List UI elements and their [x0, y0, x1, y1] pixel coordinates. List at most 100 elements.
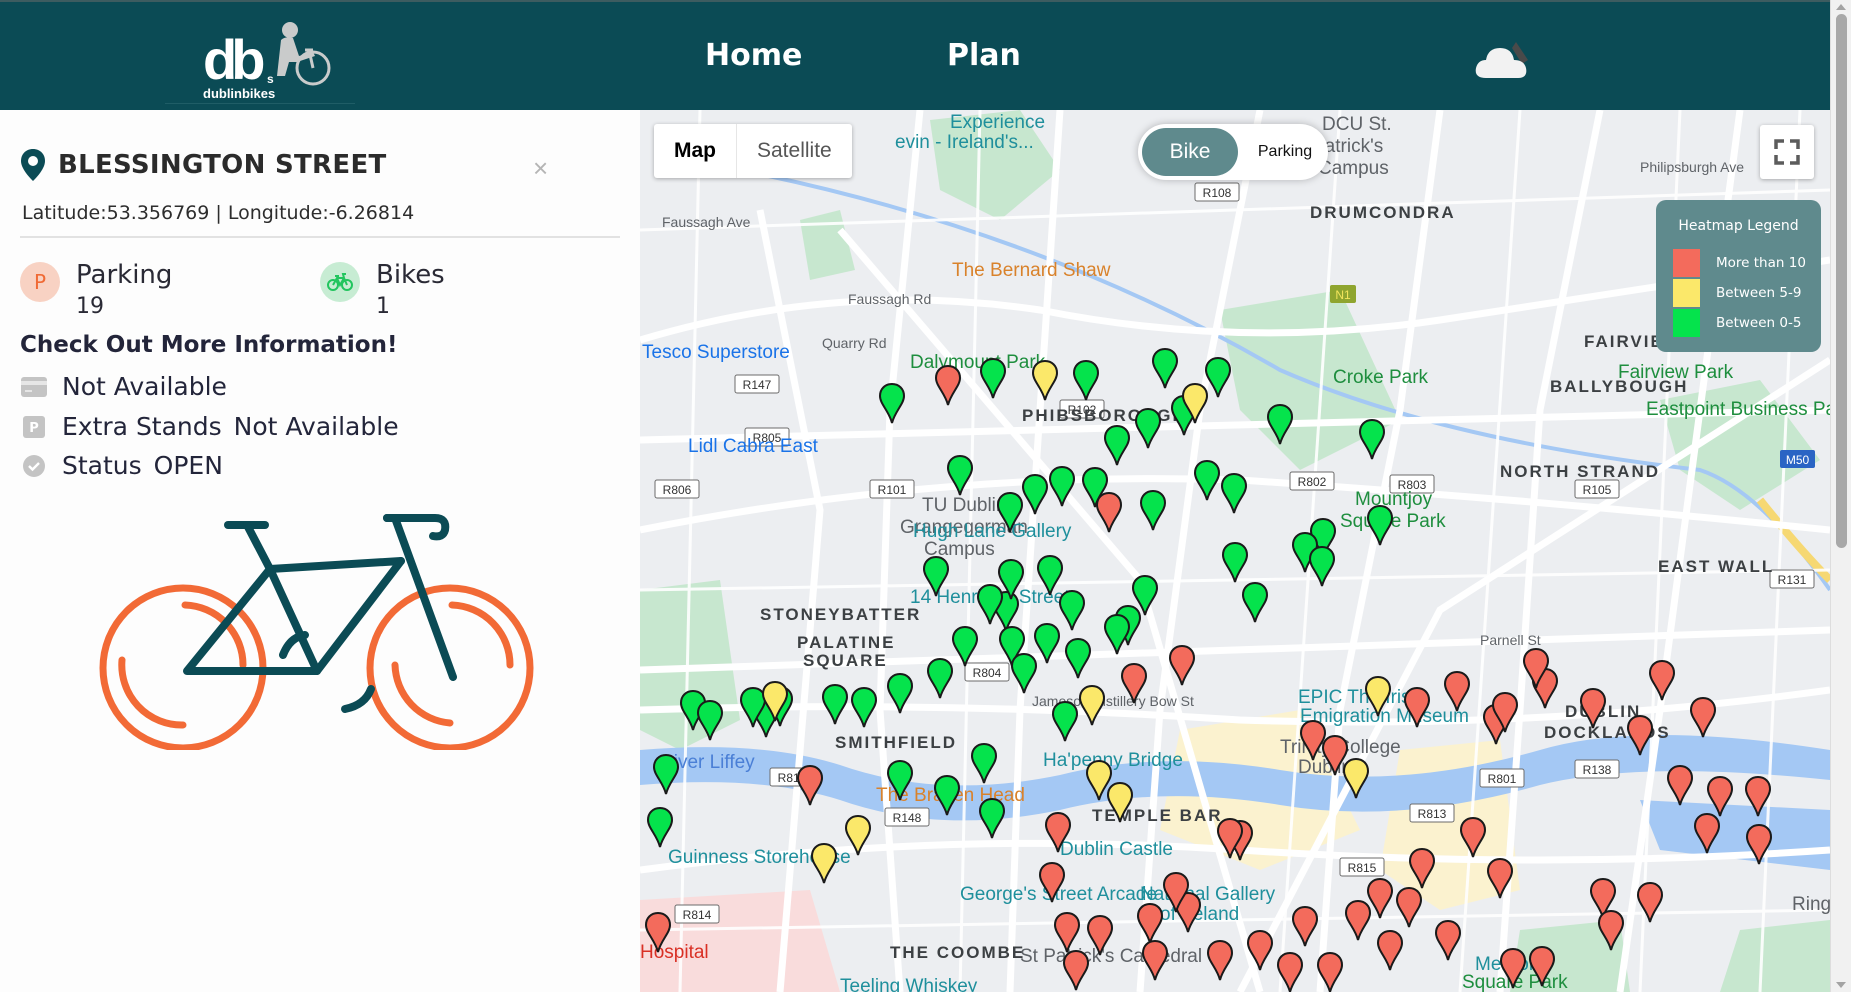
station-marker-low[interactable]	[976, 583, 1004, 625]
svg-text:R147: R147	[743, 378, 772, 392]
station-marker-low[interactable]	[979, 357, 1007, 399]
map-label: Teeling Whiskey	[840, 976, 978, 992]
station-marker-low[interactable]	[646, 806, 674, 848]
map-label: STONEYBATTER	[760, 605, 921, 624]
bikes-value: 1	[376, 294, 390, 319]
map-label: TEMPLE BAR	[1092, 806, 1223, 825]
road-shield: R138	[1574, 759, 1620, 779]
map-label: Philipsburgh Ave	[1640, 159, 1744, 175]
station-marker-low[interactable]	[926, 657, 954, 699]
map-label: Ha'penny Bridge	[1043, 750, 1183, 771]
station-marker-high[interactable]	[1689, 696, 1717, 738]
station-marker-high[interactable]	[1344, 899, 1372, 941]
map-label: Hospital	[640, 942, 709, 963]
map-label: The Bernard Shaw	[952, 260, 1111, 281]
legend-item-high: More than 10	[1673, 249, 1806, 277]
nav-plan-link[interactable]: Plan	[947, 38, 1021, 73]
toggle-parking-option[interactable]: Parking	[1246, 128, 1324, 176]
card-payment-row: Not Available	[20, 372, 227, 401]
station-marker-medium[interactable]	[1078, 684, 1106, 726]
nav-home-link[interactable]: Home	[705, 38, 802, 73]
dublinbikes-logo[interactable]: db s dublinbikes	[165, 14, 355, 104]
svg-text:R815: R815	[1348, 861, 1377, 875]
scroll-up-arrow[interactable]	[1836, 4, 1846, 10]
bicycle-illustration	[99, 514, 534, 750]
station-marker-high[interactable]	[1666, 764, 1694, 806]
map-label: BALLYBOUGH	[1550, 377, 1688, 396]
station-marker-low[interactable]	[1103, 424, 1131, 466]
road-shield: R815	[1339, 857, 1385, 877]
station-marker-high[interactable]	[1434, 919, 1462, 961]
station-marker-medium[interactable]	[810, 842, 838, 884]
map-type-satellite-button[interactable]: Satellite	[737, 124, 852, 178]
map-label: PHIBSBOROUGH	[1022, 406, 1187, 425]
scroll-thumb[interactable]	[1836, 14, 1847, 548]
road-shield: R105	[1574, 479, 1620, 499]
station-marker-low[interactable]	[1103, 613, 1131, 655]
road-shield: R814	[674, 904, 720, 924]
cloud-night-icon[interactable]	[1472, 38, 1538, 82]
bike-parking-toggle: Bike Parking	[1138, 124, 1328, 180]
station-marker-low[interactable]	[1221, 541, 1249, 583]
road-shield: R148	[884, 807, 930, 827]
road-shield: R131	[1769, 569, 1815, 589]
top-nav-bar: db s dublinbikes Home Plan	[0, 0, 1830, 110]
station-marker-high[interactable]	[1168, 644, 1196, 686]
station-marker-medium[interactable]	[1031, 359, 1059, 401]
page-scrollbar[interactable]	[1830, 0, 1851, 992]
station-marker-low[interactable]	[1051, 700, 1079, 742]
station-marker-high[interactable]	[1395, 886, 1423, 928]
station-marker-low[interactable]	[1058, 589, 1086, 631]
station-marker-low[interactable]	[1139, 489, 1167, 531]
road-shield: M50	[1780, 450, 1815, 468]
station-marker-low[interactable]	[1241, 581, 1269, 623]
station-marker-low[interactable]	[1072, 359, 1100, 401]
svg-text:R814: R814	[683, 908, 712, 922]
scroll-down-arrow[interactable]	[1836, 982, 1846, 988]
location-pin-icon	[21, 149, 45, 181]
fullscreen-icon	[1774, 139, 1800, 165]
map-label: Dalymount Park	[910, 352, 1046, 373]
station-marker-high[interactable]	[1095, 491, 1123, 533]
station-marker-high[interactable]	[1366, 877, 1394, 919]
map-canvas[interactable]: R108N1R147R805R806 R101R102R802 R803 R105M5…	[640, 110, 1830, 992]
station-marker-high[interactable]	[1376, 929, 1404, 971]
station-marker-low[interactable]	[821, 683, 849, 725]
station-marker-high[interactable]	[1291, 905, 1319, 947]
station-marker-low[interactable]	[970, 742, 998, 784]
app-root: db s dublinbikes Home Plan BLESSINGTON S…	[0, 0, 1851, 992]
station-marker-low[interactable]	[878, 382, 906, 424]
station-marker-low[interactable]	[1151, 347, 1179, 389]
map-type-map-button[interactable]: Map	[654, 124, 737, 178]
station-marker-low[interactable]	[652, 753, 680, 795]
station-marker-low[interactable]	[1193, 459, 1221, 501]
map-label: DRUMCONDRA	[1310, 203, 1456, 222]
station-marker-high[interactable]	[1141, 939, 1169, 981]
station-marker-low[interactable]	[1010, 652, 1038, 694]
road-shield: N1	[1330, 285, 1356, 303]
station-marker-low[interactable]	[1134, 407, 1162, 449]
map-view[interactable]: R108 N1 R147 R805 R806 R101 R102 R802 R803 R105 M5…	[640, 110, 1830, 992]
close-button[interactable]: ×	[533, 155, 548, 181]
fullscreen-button[interactable]	[1760, 125, 1814, 179]
station-marker-high[interactable]	[1062, 949, 1090, 991]
road-shield: R101	[869, 479, 915, 499]
station-marker-low[interactable]	[1220, 472, 1248, 514]
station-marker-low[interactable]	[1358, 418, 1386, 460]
station-marker-low[interactable]	[850, 686, 878, 728]
station-marker-low[interactable]	[978, 797, 1006, 839]
station-marker-high[interactable]	[1636, 881, 1664, 923]
station-marker-low[interactable]	[1064, 637, 1092, 679]
extra-stands-row: P Extra Stands Not Available	[20, 412, 399, 441]
station-marker-high[interactable]	[1206, 939, 1234, 981]
map-label: Mountjoy	[1355, 489, 1433, 510]
station-marker-low[interactable]	[1204, 356, 1232, 398]
station-marker-high[interactable]	[934, 364, 962, 406]
station-marker-high[interactable]	[796, 764, 824, 806]
station-marker-low[interactable]	[1021, 473, 1049, 515]
toggle-bike-option[interactable]: Bike	[1142, 128, 1238, 176]
road-shield: R813	[1409, 803, 1455, 823]
logo-text: dublinbikes	[203, 86, 276, 101]
map-label: Faussagh Ave	[662, 214, 751, 230]
legend-item-low: Between 0-5	[1673, 309, 1801, 337]
